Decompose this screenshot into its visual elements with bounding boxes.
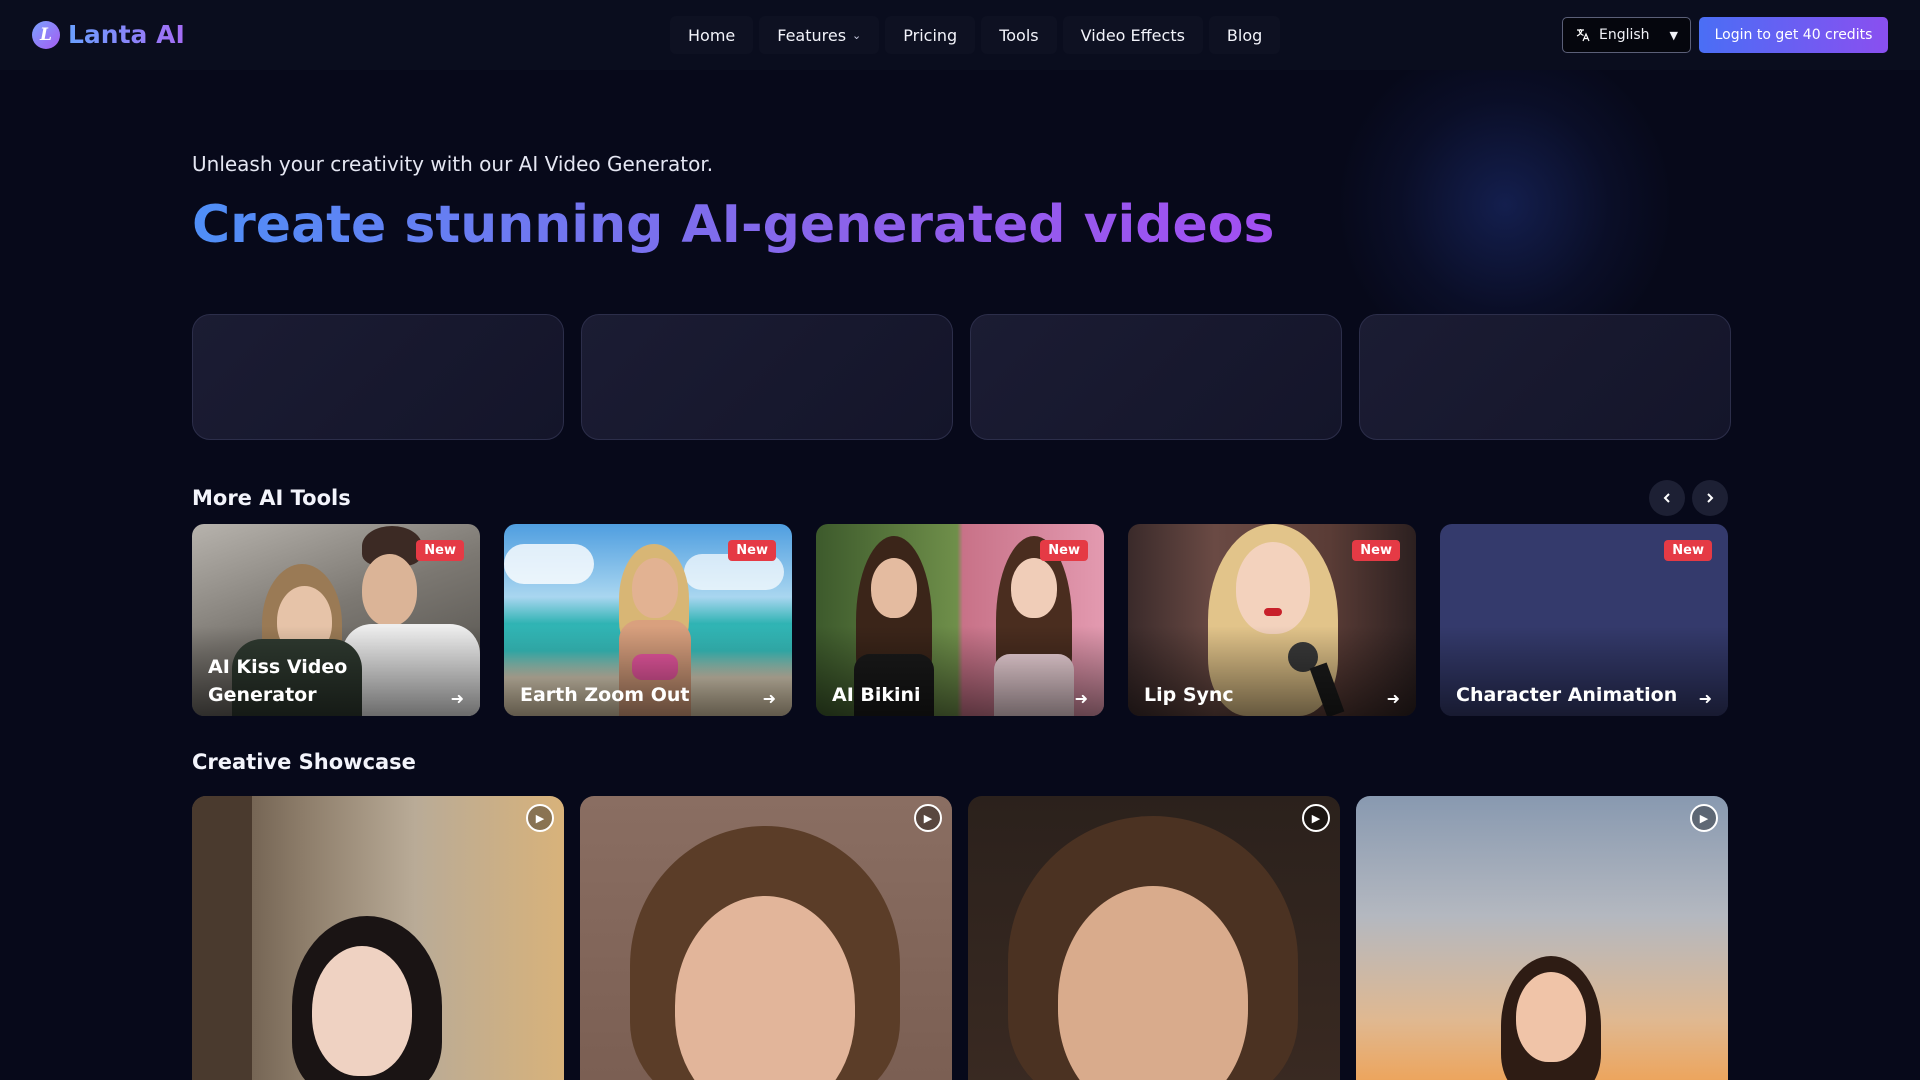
showcase-video-card[interactable]: ▶: [192, 796, 564, 1080]
chevron-left-icon: [1663, 493, 1670, 503]
nav-item-features[interactable]: Features ⌄: [759, 16, 880, 54]
new-badge: New: [1040, 540, 1088, 561]
chevron-right-icon: [1707, 493, 1714, 503]
hero-subtitle: Unleash your creativity with our AI Vide…: [192, 152, 714, 176]
arrow-right-icon: ➜: [1698, 689, 1712, 708]
tool-card-label: AI Kiss Video Generator: [208, 656, 348, 706]
tool-card-label: Lip Sync: [1144, 684, 1234, 706]
nav-item-label: Features: [777, 25, 847, 45]
play-icon[interactable]: ▶: [526, 804, 554, 832]
brand[interactable]: L Lanta AI: [32, 20, 185, 49]
arrow-right-icon: ➜: [1386, 689, 1400, 708]
arrow-right-icon: ➜: [450, 689, 464, 708]
nav-item-label: Pricing: [903, 25, 958, 45]
hero-title: Create stunning AI-generated videos: [192, 195, 1275, 255]
tools-carousel: New AI Kiss Video Generator ➜ New Earth …: [192, 524, 1728, 716]
tool-card-earth-zoom-out[interactable]: New Earth Zoom Out ➜: [504, 524, 792, 716]
tool-card-ai-bikini[interactable]: New AI Bikini ➜: [816, 524, 1104, 716]
showcase-grid: ▶ ▶ ▶ ▶: [192, 796, 1728, 1080]
arrow-right-icon: ➜: [762, 689, 776, 708]
tool-card-lip-sync[interactable]: New Lip Sync ➜: [1128, 524, 1416, 716]
language-select[interactable]: English ▼: [1562, 17, 1691, 53]
tool-card-label: AI Bikini: [832, 684, 921, 706]
chevron-down-icon: ⌄: [852, 28, 862, 42]
play-icon[interactable]: ▶: [1690, 804, 1718, 832]
nav-item-tools[interactable]: Tools: [981, 16, 1057, 54]
feature-card-placeholder[interactable]: [1359, 314, 1731, 440]
language-label: English: [1599, 27, 1650, 43]
nav-item-label: Tools: [999, 25, 1039, 45]
nav-item-blog[interactable]: Blog: [1208, 16, 1281, 54]
carousel-next-button[interactable]: [1692, 480, 1728, 516]
play-icon[interactable]: ▶: [914, 804, 942, 832]
play-icon[interactable]: ▶: [1302, 804, 1330, 832]
feature-card-placeholder[interactable]: [581, 314, 953, 440]
nav-item-label: Video Effects: [1080, 25, 1185, 45]
nav-item-video-effects[interactable]: Video Effects: [1062, 16, 1203, 54]
showcase-thumbnail: [968, 796, 1340, 1080]
feature-cards-row: [192, 314, 1731, 440]
brand-name: Lanta AI: [68, 20, 185, 49]
showcase-thumbnail: [192, 796, 564, 1080]
nav-item-home[interactable]: Home: [670, 16, 754, 54]
carousel-prev-button[interactable]: [1649, 480, 1685, 516]
creative-showcase-heading: Creative Showcase: [192, 750, 416, 774]
showcase-video-card[interactable]: ▶: [580, 796, 952, 1080]
feature-card-placeholder[interactable]: [970, 314, 1342, 440]
showcase-thumbnail: [580, 796, 952, 1080]
translate-icon: [1576, 29, 1590, 42]
arrow-right-icon: ➜: [1074, 689, 1088, 708]
tool-card-ai-kiss[interactable]: New AI Kiss Video Generator ➜: [192, 524, 480, 716]
tool-card-character-animation[interactable]: New Character Animation ➜: [1440, 524, 1728, 716]
nav-item-label: Home: [688, 25, 736, 45]
feature-card-placeholder[interactable]: [192, 314, 564, 440]
top-navigation-bar: L Lanta AI Home Features ⌄ Pricing Tools …: [0, 0, 1920, 70]
login-button[interactable]: Login to get 40 credits: [1699, 17, 1888, 53]
showcase-video-card[interactable]: ▶: [968, 796, 1340, 1080]
main-nav: Home Features ⌄ Pricing Tools Video Effec…: [670, 16, 1281, 54]
new-badge: New: [728, 540, 776, 561]
new-badge: New: [1664, 540, 1712, 561]
new-badge: New: [1352, 540, 1400, 561]
caret-down-icon: ▼: [1669, 28, 1678, 42]
nav-item-pricing[interactable]: Pricing: [885, 16, 976, 54]
tool-card-label: Earth Zoom Out: [520, 684, 690, 706]
more-tools-heading: More AI Tools: [192, 486, 351, 510]
nav-item-label: Blog: [1226, 25, 1263, 45]
showcase-thumbnail: [1356, 796, 1728, 1080]
brand-logo-icon: L: [32, 20, 60, 49]
showcase-video-card[interactable]: ▶: [1356, 796, 1728, 1080]
new-badge: New: [416, 540, 464, 561]
tool-card-label: Character Animation: [1456, 684, 1678, 706]
